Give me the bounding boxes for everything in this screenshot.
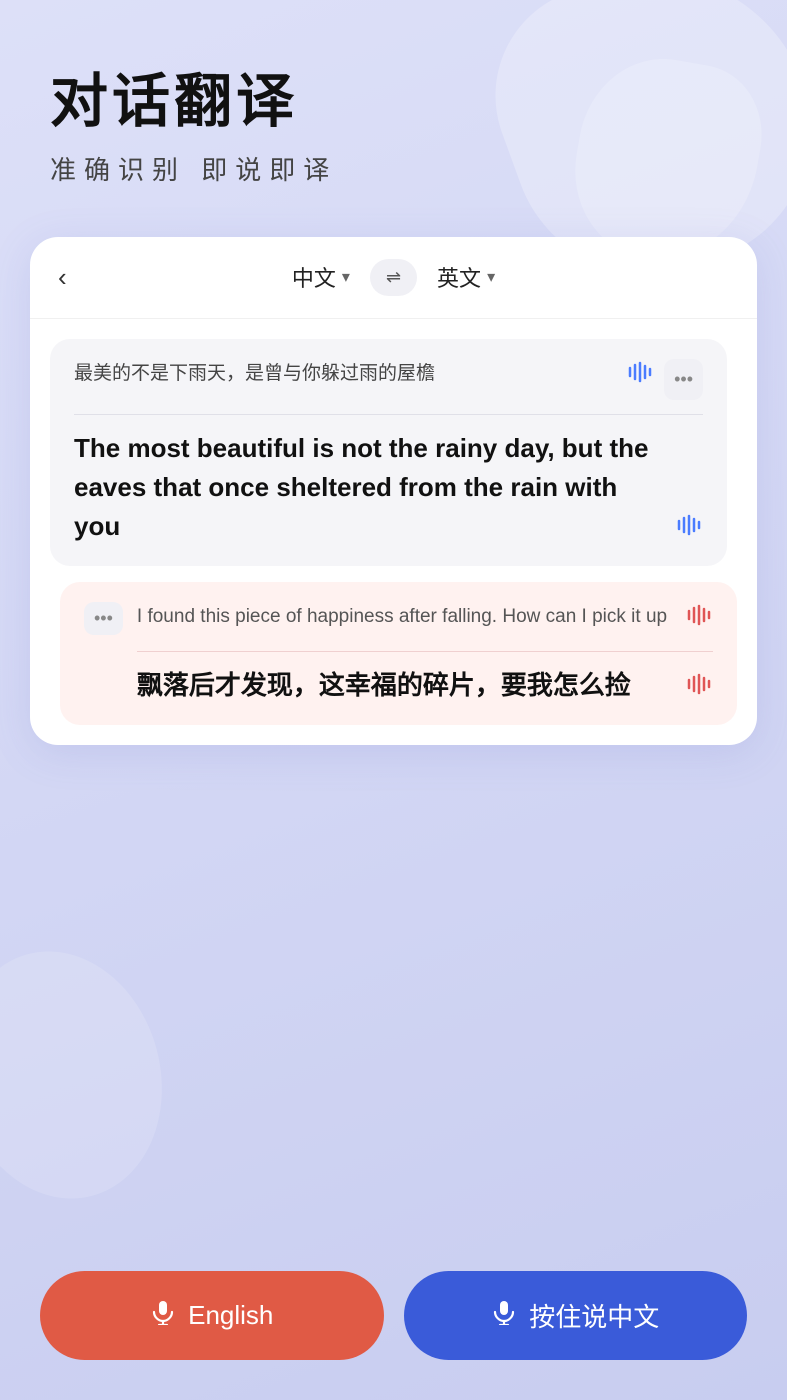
bubble-1-more-button[interactable]: ••• bbox=[664, 359, 703, 400]
bubble-1-translation-text: The most beautiful is not the rainy day,… bbox=[74, 429, 665, 546]
message-bubble-2: ••• I found this piece of happiness afte… bbox=[60, 582, 737, 725]
bubble-2-translation-sound-icon[interactable] bbox=[685, 672, 713, 705]
target-lang-label: 英文 bbox=[437, 261, 481, 293]
page-title: 对话翻译 bbox=[50, 70, 737, 134]
swap-button[interactable]: ⇌ bbox=[370, 259, 417, 296]
english-button-label: English bbox=[188, 1300, 273, 1331]
bottom-bar: English 按住说中文 bbox=[0, 1271, 787, 1360]
bubble-2-original-text: I found this piece of happiness after fa… bbox=[137, 602, 667, 632]
bubble-2-content: I found this piece of happiness after fa… bbox=[137, 602, 713, 705]
message-bubble-1: 最美的不是下雨天，是曾与你躲过雨的屋檐 ••• The mo bbox=[50, 339, 727, 566]
chinese-speak-button[interactable]: 按住说中文 bbox=[404, 1271, 748, 1360]
english-mic-icon bbox=[150, 1299, 176, 1332]
language-selector: 中文 ▾ ⇌ 英文 ▾ bbox=[292, 259, 495, 296]
source-lang-label: 中文 bbox=[292, 261, 336, 293]
bubble-2-divider bbox=[137, 651, 713, 652]
chinese-button-label: 按住说中文 bbox=[529, 1297, 659, 1334]
messages-container: 最美的不是下雨天，是曾与你躲过雨的屋檐 ••• The mo bbox=[30, 319, 757, 745]
header-section: 对话翻译 准确识别 即说即译 bbox=[0, 0, 787, 217]
source-lang-arrow: ▾ bbox=[342, 267, 350, 287]
bubble-1-divider bbox=[74, 414, 703, 415]
bubble-2-more-button[interactable]: ••• bbox=[84, 602, 123, 635]
bubble-1-translation-sound-icon[interactable] bbox=[675, 513, 703, 546]
source-language[interactable]: 中文 ▾ bbox=[292, 261, 350, 293]
bubble-1-sound-icon[interactable] bbox=[626, 359, 654, 394]
bubble-2-row: ••• I found this piece of happiness afte… bbox=[84, 602, 713, 705]
bubble-1-original-row: 最美的不是下雨天，是曾与你躲过雨的屋檐 ••• bbox=[74, 359, 703, 400]
target-lang-arrow: ▾ bbox=[487, 267, 495, 287]
back-button[interactable]: ‹ bbox=[58, 262, 67, 293]
target-language[interactable]: 英文 ▾ bbox=[437, 261, 495, 293]
page-subtitle: 准确识别 即说即译 bbox=[50, 150, 737, 187]
bubble-2-translation-row: 飘落后才发现，这幸福的碎片，要我怎么捡 bbox=[137, 666, 713, 705]
card-header: ‹ 中文 ▾ ⇌ 英文 ▾ bbox=[30, 237, 757, 319]
translation-card: ‹ 中文 ▾ ⇌ 英文 ▾ 最美的不是下雨天，是曾与你躲过雨的屋檐 bbox=[30, 237, 757, 745]
bubble-2-original-sound-icon[interactable] bbox=[685, 602, 713, 637]
bubble-1-translation-row: The most beautiful is not the rainy day,… bbox=[74, 429, 703, 546]
bubble-2-translation-text: 飘落后才发现，这幸福的碎片，要我怎么捡 bbox=[137, 666, 631, 705]
bubble-1-original-text: 最美的不是下雨天，是曾与你躲过雨的屋檐 bbox=[74, 359, 616, 389]
english-speak-button[interactable]: English bbox=[40, 1271, 384, 1360]
bubble-2-original-row: I found this piece of happiness after fa… bbox=[137, 602, 713, 637]
chinese-mic-icon bbox=[491, 1299, 517, 1332]
